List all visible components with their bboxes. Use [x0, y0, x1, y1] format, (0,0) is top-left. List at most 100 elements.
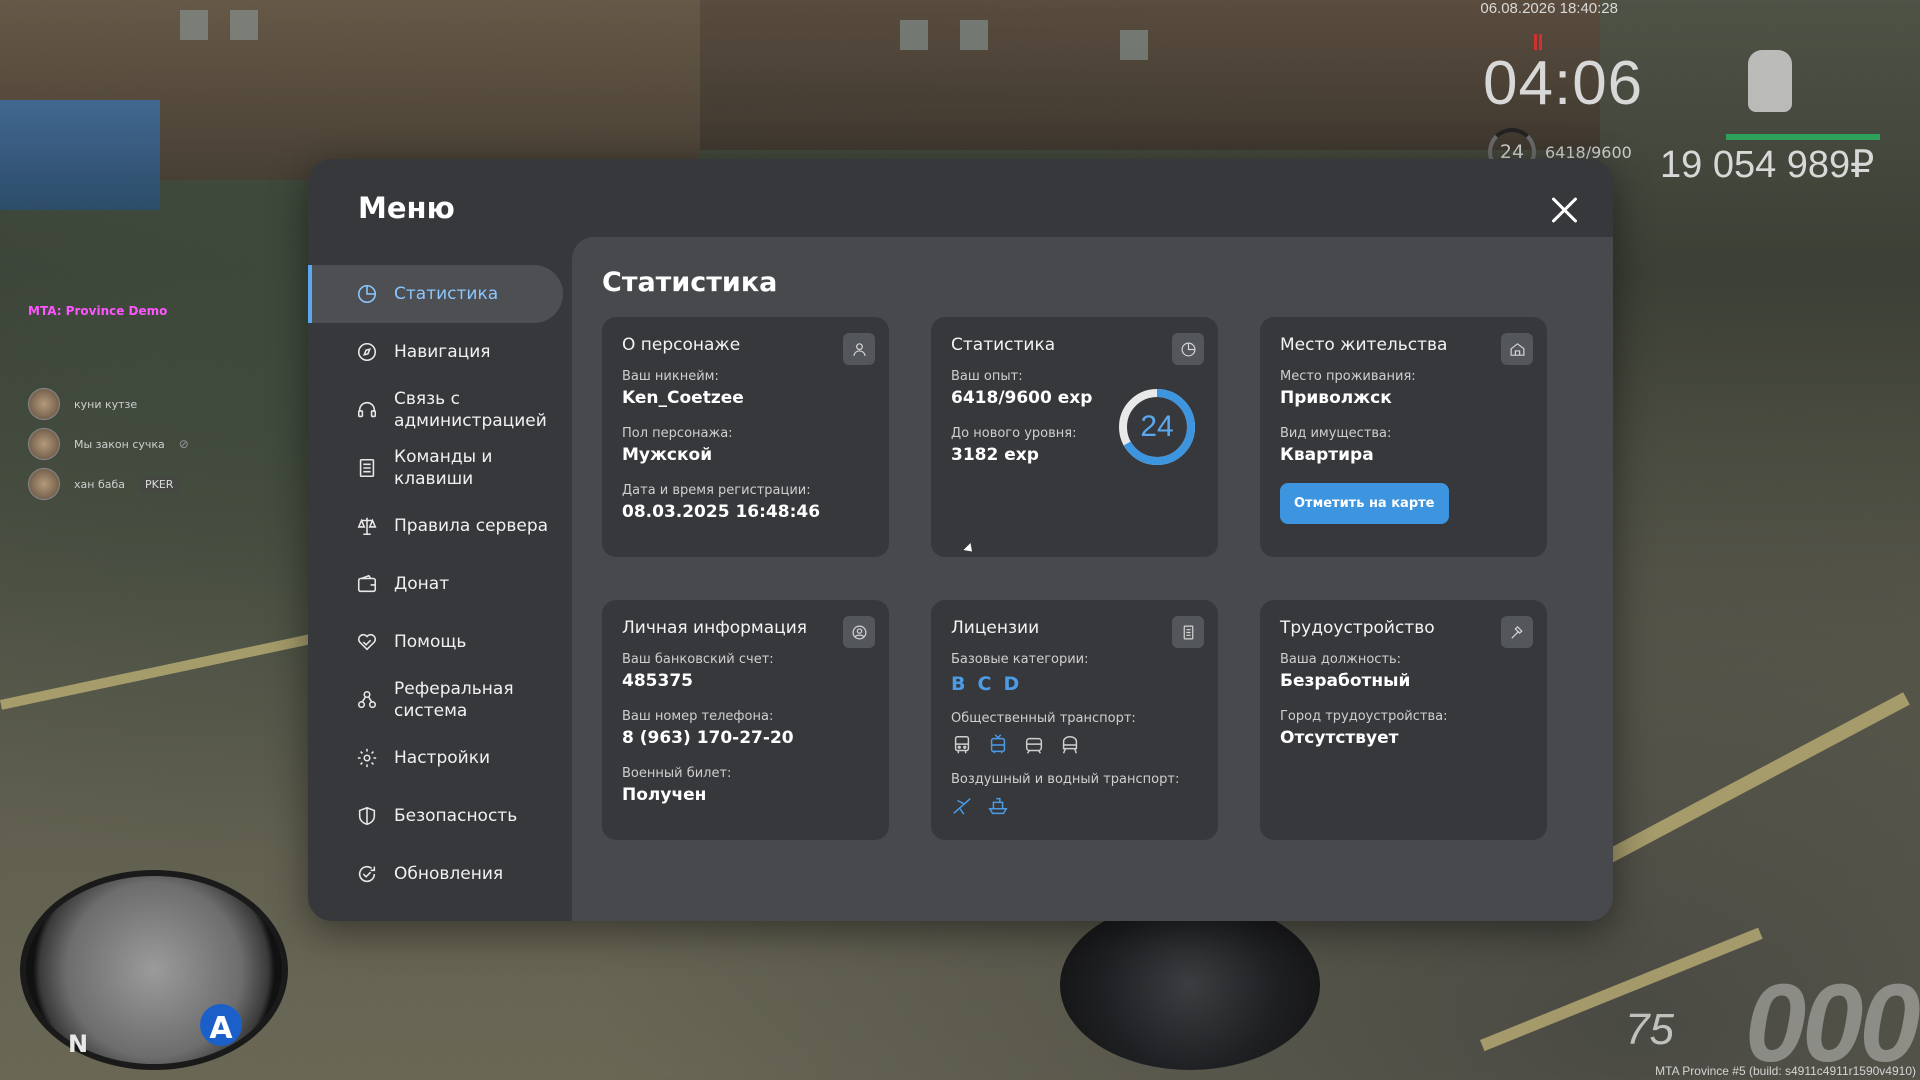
mic-muted-icon: ⊘ — [178, 437, 189, 451]
hammer-icon — [1501, 616, 1533, 648]
house-icon — [1501, 333, 1533, 365]
minimap — [20, 870, 288, 1070]
field-label: Ваш опыт: — [951, 369, 1023, 384]
sidebar-item-label: Навигация — [394, 342, 491, 362]
hud-clock: 04:06 — [1483, 49, 1644, 118]
sidebar-item-label: Донат — [394, 574, 450, 594]
background-window — [900, 20, 928, 50]
sidebar-item-label: Безопасность — [394, 806, 518, 826]
field-label: Пол персонажа: — [622, 426, 733, 441]
background-storefront — [0, 100, 160, 210]
pie-chart-icon — [356, 283, 378, 305]
gender-value: Мужской — [622, 445, 713, 465]
hud-money: 19 054 989₽ — [1660, 144, 1875, 186]
users-network-icon — [356, 689, 378, 711]
speedometer: 000 — [1745, 962, 1920, 1080]
hud-datetime: 06.08.2026 18:40:28 — [1480, 0, 1618, 17]
card-title: О персонаже — [622, 335, 741, 355]
headset-icon — [356, 399, 378, 421]
residence-value: Приволжск — [1280, 388, 1392, 408]
sidebar-item-referral[interactable]: Реферальная система — [308, 671, 572, 729]
field-label: Ваш номер телефона: — [622, 709, 774, 724]
sidebar-item-statistics[interactable]: Статистика — [308, 265, 563, 323]
registration-value: 08.03.2025 16:48:46 — [622, 502, 821, 522]
license-category: B — [951, 673, 966, 695]
voice-user-badge: PKER — [139, 475, 180, 493]
bank-account-value: 485375 — [622, 671, 693, 691]
military-id-value: Получен — [622, 785, 707, 805]
road-marking — [0, 633, 316, 710]
sidebar-item-rules[interactable]: Правила сервера — [308, 497, 572, 555]
fist-weapon-icon — [1748, 50, 1792, 112]
card-title: Место жительства — [1280, 335, 1448, 355]
field-label: Ваша должность: — [1280, 652, 1402, 667]
voice-user-name: Мы закон сучка — [74, 437, 165, 451]
bus-icon — [951, 734, 973, 756]
gear-icon — [356, 747, 378, 769]
avatar — [28, 388, 60, 420]
employment-card: Трудоустройство Ваша должность: Безработ… — [1260, 600, 1547, 840]
field-label: Воздушный и водный транспорт: — [951, 772, 1180, 787]
phone-value: 8 (963) 170-27-20 — [622, 728, 794, 748]
sidebar-item-settings[interactable]: Настройки — [308, 729, 572, 787]
sidebar-item-commands[interactable]: Команды и клавиши — [308, 439, 572, 497]
voice-user: куни кутзе — [28, 388, 137, 420]
sidebar-item-label: Реферальная система — [394, 679, 514, 721]
position-value: Безработный — [1280, 671, 1411, 691]
sidebar-item-label: Правила сервера — [394, 516, 549, 536]
sidebar-item-donate[interactable]: Донат — [308, 555, 572, 613]
sidebar-item-label: Статистика — [394, 284, 499, 304]
background-window — [960, 20, 988, 50]
road-marking — [1480, 927, 1763, 1052]
public-transport-icons — [951, 734, 1198, 756]
sidebar-item-admin-contact[interactable]: Связь с администрацией — [308, 381, 572, 439]
license-category: D — [1003, 673, 1020, 695]
background-window — [180, 10, 208, 40]
shield-icon — [356, 805, 378, 827]
field-label: Место проживания: — [1280, 369, 1416, 384]
user-circle-icon — [843, 616, 875, 648]
sidebar-item-security[interactable]: Безопасность — [308, 787, 572, 845]
document-list-icon — [356, 457, 378, 479]
nickname-value: Ken_Coetzee — [622, 388, 744, 408]
menu-title: Меню — [358, 191, 455, 225]
background-building — [700, 0, 1600, 150]
close-icon[interactable] — [1548, 193, 1582, 227]
mark-on-map-button[interactable]: Отметить на карте — [1280, 483, 1449, 524]
field-label: Вид имущества: — [1280, 426, 1392, 441]
licenses-card: Лицензии Базовые категории: B C D Общест… — [931, 600, 1218, 840]
build-info: MTA Province #5 (build: s4911c4911r1590v… — [1655, 1064, 1916, 1078]
license-category: C — [977, 673, 992, 695]
fuel-value: 75 — [1625, 1005, 1674, 1054]
personal-info-card: Личная информация Ваш банковский счет: 4… — [602, 600, 889, 840]
field-label: Дата и время регистрации: — [622, 483, 811, 498]
field-label: Общественный транспорт: — [951, 711, 1136, 726]
refresh-check-icon — [356, 863, 378, 885]
user-icon — [843, 333, 875, 365]
car-wheel — [1060, 900, 1320, 1070]
level-progress-ring: 24 — [1117, 387, 1197, 467]
sidebar: Статистика Навигация Связь с администрац… — [308, 265, 572, 903]
airplane-icon — [951, 795, 973, 817]
card-title: Лицензии — [951, 618, 1040, 638]
minimap-marker-icon: A — [200, 1004, 242, 1046]
field-label: Базовые категории: — [951, 652, 1089, 667]
sidebar-item-updates[interactable]: Обновления — [308, 845, 572, 903]
character-card: О персонаже Ваш никнейм: Ken_Coetzee Пол… — [602, 317, 889, 557]
sidebar-item-label: Настройки — [394, 748, 491, 768]
field-label: Город трудоустройства: — [1280, 709, 1448, 724]
sidebar-item-label: Связь с администрацией — [394, 389, 547, 431]
card-title: Статистика — [951, 335, 1056, 355]
property-type-value: Квартира — [1280, 445, 1374, 465]
sidebar-item-label: Команды и клавиши — [394, 447, 493, 489]
voice-user-name: куни кутзе — [74, 397, 138, 411]
sidebar-item-help[interactable]: Помощь — [308, 613, 572, 671]
sidebar-item-navigation[interactable]: Навигация — [308, 323, 572, 381]
heart-hand-icon — [356, 631, 378, 653]
voice-user: Мы закон сучка ⊘ — [28, 428, 189, 460]
avatar — [28, 428, 60, 460]
sidebar-item-label: Помощь — [394, 632, 467, 652]
field-label: Ваш банковский счет: — [622, 652, 774, 667]
background-window — [1120, 30, 1148, 60]
page-title: Статистика — [602, 267, 778, 298]
